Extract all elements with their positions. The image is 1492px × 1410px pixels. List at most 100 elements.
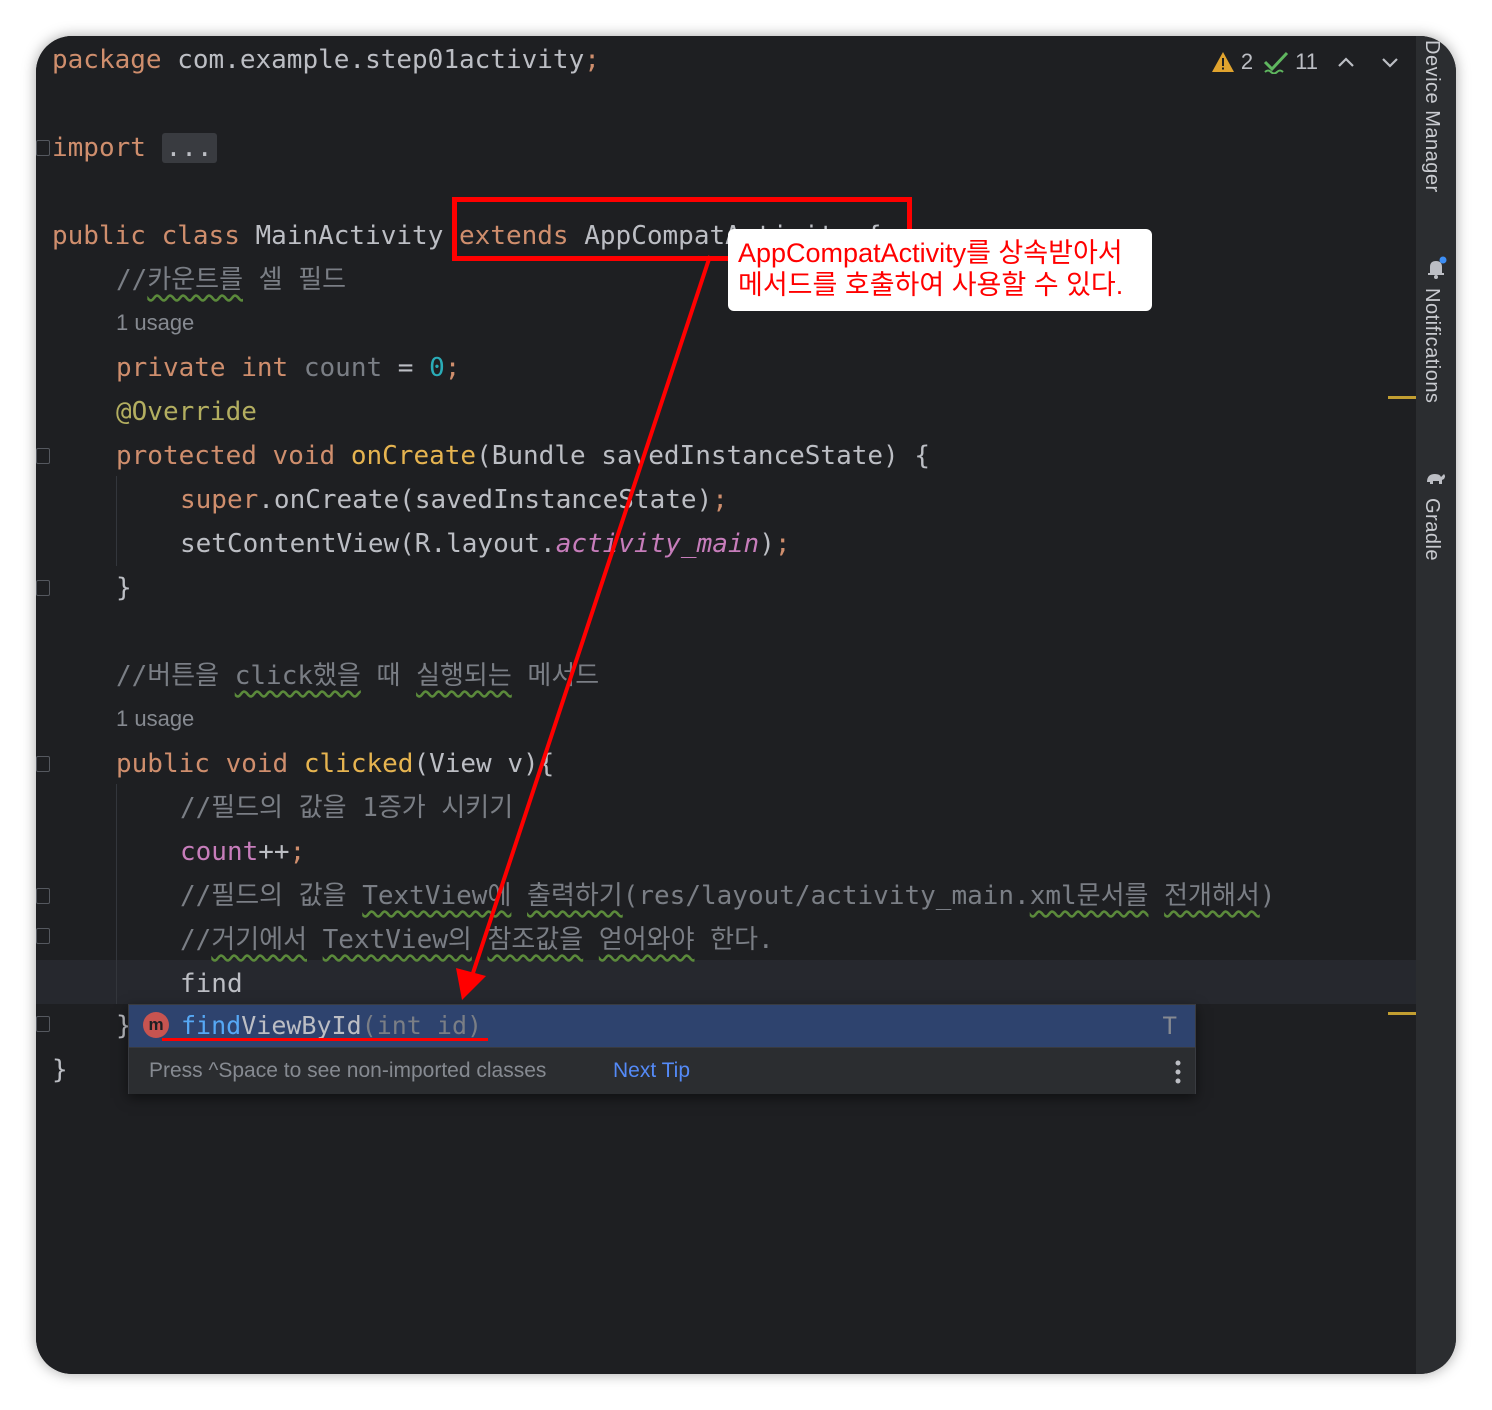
- gradle-icon[interactable]: [1424, 466, 1448, 490]
- error-stripe-mark[interactable]: [1388, 396, 1416, 399]
- annotation-callout: AppCompatActivity를 상속받아서 메서드를 호출하여 사용할 수…: [728, 229, 1152, 311]
- annotation-override[interactable]: @Override: [116, 390, 257, 434]
- code-line[interactable]: public void clicked(View v){: [116, 742, 554, 786]
- next-tip-link[interactable]: Next Tip: [613, 1048, 690, 1094]
- comment-text: click했을: [234, 661, 361, 691]
- chevron-down-icon[interactable]: [1380, 52, 1400, 72]
- semicolon: ;: [444, 353, 461, 383]
- warning-icon: [1211, 52, 1234, 72]
- comment-text: TextView의: [322, 925, 472, 955]
- code-line[interactable]: setContentView(R.layout.activity_main);: [180, 522, 791, 566]
- method-args: (View v){: [413, 749, 555, 779]
- semicolon: ;: [289, 837, 306, 867]
- chevron-up-icon[interactable]: [1336, 52, 1356, 72]
- comment-text: [307, 925, 323, 955]
- code-comment[interactable]: //카운트를 셀 필드: [116, 258, 346, 302]
- method-call: setContentView(R.layout.: [180, 529, 556, 559]
- fold-marker-icon[interactable]: [36, 756, 50, 772]
- warnings-count: 2: [1240, 49, 1254, 74]
- semicolon: ;: [584, 45, 600, 75]
- right-tool-sidebar: Device Manager Notifications Gradle: [1416, 36, 1456, 1374]
- semicolon: ;: [712, 485, 728, 515]
- more-options-icon[interactable]: [1175, 1060, 1181, 1084]
- fold-marker-icon[interactable]: [36, 580, 50, 596]
- completion-params: (int id): [361, 1011, 483, 1040]
- code-line[interactable]: private int count = 0;: [116, 346, 460, 390]
- completion-hint: Press ^Space to see non-imported classes: [149, 1059, 547, 1082]
- field-name: count: [303, 353, 383, 383]
- weak-warnings-indicator[interactable]: 11: [1263, 49, 1318, 75]
- code-comment[interactable]: //거기에서 TextView의 참조값을 얻어와야 한다.: [180, 918, 774, 962]
- comment-text: (res/layout/activity_main.: [622, 881, 1030, 911]
- code-line[interactable]: }: [52, 1048, 68, 1092]
- comment-text: TextView에: [362, 881, 512, 911]
- comment-text: [511, 881, 527, 911]
- comment-text: //필드의 값을: [180, 881, 363, 911]
- code-comment[interactable]: //필드의 값을 1증가 시키기: [180, 786, 513, 830]
- code-line-current[interactable]: find: [180, 962, 243, 1006]
- keyword: void: [225, 749, 289, 779]
- paren: ): [759, 529, 775, 559]
- comment-text: [472, 925, 488, 955]
- comment-text: 참조값을: [487, 925, 584, 955]
- comment-text: 출력하기: [527, 881, 623, 911]
- code-line[interactable]: protected void onCreate(Bundle savedInst…: [116, 434, 930, 478]
- comment-text: 거기에서: [211, 925, 307, 955]
- keyword: super: [180, 485, 259, 515]
- keyword: package: [52, 45, 162, 75]
- comment-text: xml문서를: [1029, 881, 1149, 911]
- completion-rest: ViewById: [241, 1011, 362, 1040]
- keyword: private: [116, 353, 226, 383]
- class-name: MainActivity: [255, 221, 444, 251]
- usage-hint[interactable]: 1 usage: [116, 706, 194, 732]
- code-line[interactable]: count++;: [180, 830, 305, 874]
- fold-marker-icon[interactable]: [36, 888, 50, 904]
- usage-hint[interactable]: 1 usage: [116, 310, 194, 336]
- method-name: clicked: [303, 749, 414, 779]
- fold-marker-icon[interactable]: [36, 140, 50, 156]
- code-comment[interactable]: //필드의 값을 TextView에 출력하기(res/layout/activ…: [180, 874, 1275, 918]
- indent-guide: [116, 476, 117, 566]
- comment-text: [583, 925, 599, 955]
- device-manager-tab[interactable]: Device Manager: [1420, 40, 1443, 193]
- notifications-tab[interactable]: Notifications: [1420, 288, 1443, 403]
- number-literal: 0: [429, 353, 445, 383]
- code-line[interactable]: super.onCreate(savedInstanceState);: [180, 478, 728, 522]
- code-line[interactable]: package com.example.step01activity;: [52, 38, 600, 82]
- bell-icon[interactable]: [1424, 256, 1448, 280]
- code-line[interactable]: }: [116, 566, 132, 610]
- comment-text: [1148, 881, 1164, 911]
- annotation-text: AppCompatActivity를 상속받아서: [738, 238, 1123, 268]
- comment-text: //: [116, 265, 148, 295]
- indent-guide: [116, 784, 117, 1004]
- completion-footer: Press ^Space to see non-imported classes…: [129, 1047, 1195, 1094]
- keyword: public: [52, 221, 146, 251]
- comment-text: //: [180, 925, 212, 955]
- import-fold[interactable]: ...: [161, 133, 217, 163]
- inspection-widget[interactable]: 2 11: [1211, 46, 1400, 78]
- error-stripe-mark[interactable]: [1388, 1012, 1416, 1015]
- comment-text: 셀 필드: [243, 265, 347, 295]
- comment-text: 실행되는: [416, 661, 512, 691]
- warnings-indicator[interactable]: 2: [1211, 49, 1253, 75]
- method-icon: m: [143, 1012, 169, 1038]
- keyword: protected: [116, 441, 257, 471]
- operator: ++: [258, 837, 290, 867]
- comment-text: ): [1259, 881, 1276, 911]
- operator: =: [382, 353, 430, 383]
- completion-popup[interactable]: m findViewById(int id) T Press ^Space to…: [128, 1004, 1196, 1094]
- fold-marker-icon[interactable]: [36, 1016, 50, 1032]
- weak-warnings-count: 11: [1295, 49, 1318, 74]
- fold-marker-icon[interactable]: [36, 448, 50, 464]
- code-comment[interactable]: //버튼을 click했을 때 실행되는 메서드: [116, 654, 599, 698]
- keyword: class: [161, 221, 240, 251]
- annotation-text: 메서드를 호출하여 사용할 수 있다.: [738, 270, 1124, 300]
- completion-match: find: [181, 1011, 242, 1040]
- completion-return-type: T: [1162, 1012, 1177, 1040]
- code-line[interactable]: import ...: [52, 126, 217, 170]
- check-icon: [1264, 51, 1289, 74]
- highlight-underline: [162, 1038, 488, 1041]
- gradle-tab[interactable]: Gradle: [1420, 498, 1443, 561]
- comment-text: 메서드: [511, 661, 600, 691]
- fold-marker-icon[interactable]: [36, 928, 50, 944]
